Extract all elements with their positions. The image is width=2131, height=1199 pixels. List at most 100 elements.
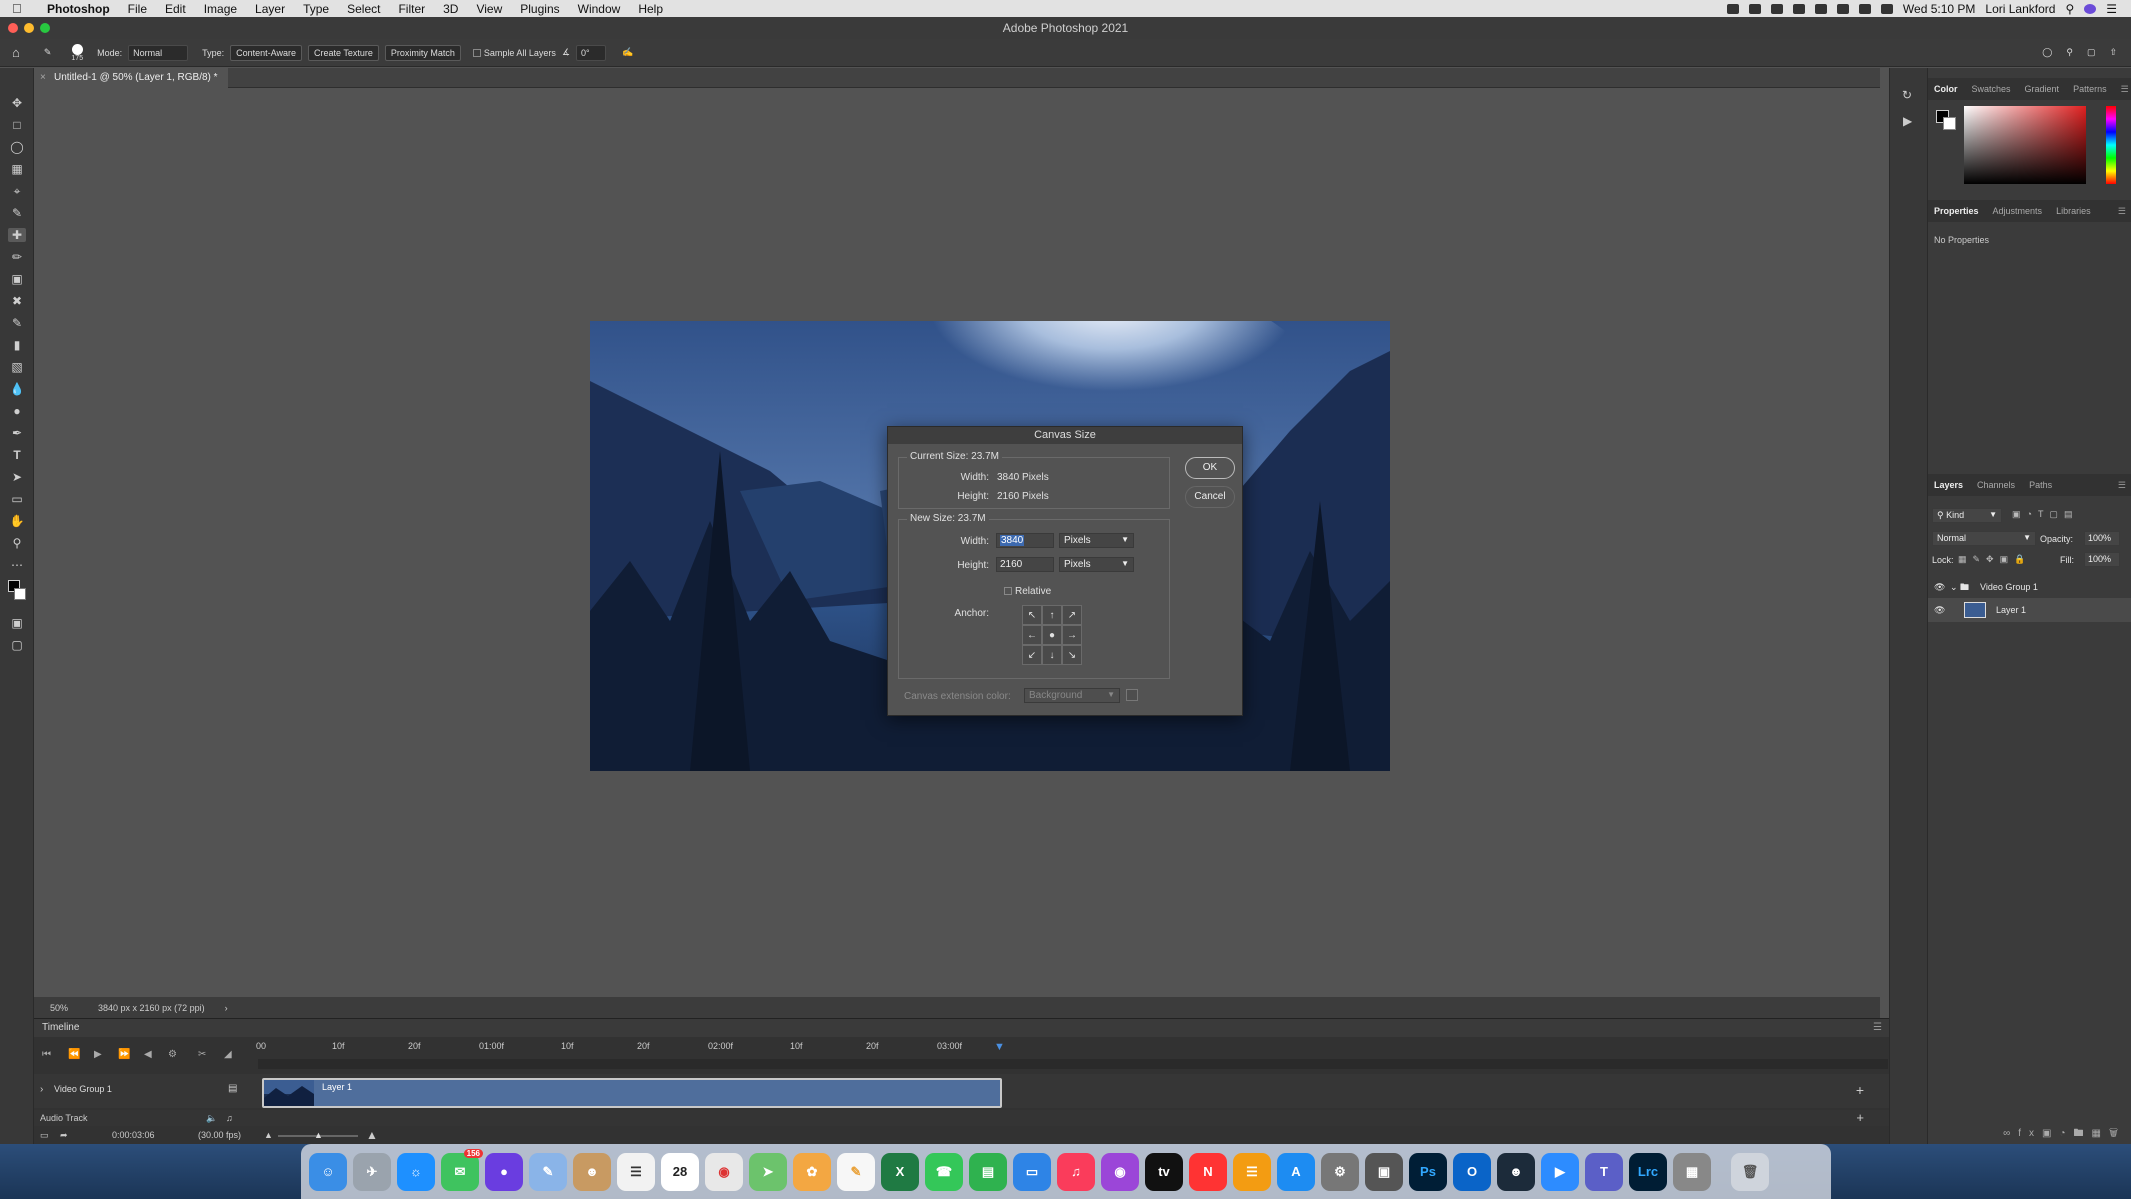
anchor-n-arrow-icon[interactable]: ↑	[1042, 605, 1062, 625]
shield-icon[interactable]	[1770, 3, 1783, 14]
eyedropper-tool-icon[interactable]: ✎	[8, 206, 26, 220]
learn-icon[interactable]: ◯	[2042, 47, 2052, 58]
search-icon[interactable]: ⚲	[2066, 47, 2073, 58]
next-frame-icon[interactable]: ⏩	[118, 1049, 130, 1060]
dodge-tool-icon[interactable]: ●	[8, 404, 26, 418]
new-width-input[interactable]: 3840	[996, 533, 1054, 548]
zoom-slider-handle[interactable]: ▲	[314, 1130, 323, 1140]
tab-swatches[interactable]: Swatches	[1972, 78, 2011, 100]
books-icon[interactable]: ☰	[1233, 1152, 1271, 1191]
battery-icon[interactable]	[1880, 3, 1893, 14]
tab-properties[interactable]: Properties	[1934, 200, 1979, 222]
expand-group-icon[interactable]: ›	[40, 1084, 43, 1095]
layer-clip[interactable]: Layer 1	[262, 1078, 1002, 1108]
share-icon[interactable]: ⇧	[2109, 47, 2117, 58]
photos-icon[interactable]: ✿	[793, 1152, 831, 1191]
layer-filter-select[interactable]: ⚲ Kind ▼	[1932, 508, 2002, 523]
screen-record-icon[interactable]	[1726, 3, 1739, 14]
spot-healing-tool-icon[interactable]: ✚	[8, 228, 26, 242]
mute-icon[interactable]: 🔈	[206, 1110, 217, 1126]
color-swatches-icon[interactable]	[8, 580, 26, 608]
safari-icon[interactable]: ☼	[397, 1152, 435, 1191]
type-tool-icon[interactable]: T	[8, 448, 26, 462]
spot-healing-brush-icon[interactable]: ✎	[44, 47, 52, 58]
width-unit-select[interactable]: Pixels ▼	[1059, 533, 1134, 548]
panel-menu-icon[interactable]: ☰	[2118, 200, 2126, 222]
menu-3d[interactable]: 3D	[434, 2, 467, 16]
menu-view[interactable]: View	[467, 2, 511, 16]
expand-icon[interactable]: ⌄	[1950, 576, 1958, 598]
finder-icon[interactable]: ☺	[309, 1152, 347, 1191]
video-group-label[interactable]: Video Group 1	[54, 1084, 112, 1094]
fg-bg-swatch[interactable]	[1936, 110, 1956, 130]
document-tab[interactable]: × Untitled-1 @ 50% (Layer 1, RGB/8) *	[34, 68, 228, 88]
hue-slider[interactable]	[2106, 106, 2116, 184]
zoom-window-button[interactable]	[40, 23, 50, 33]
zoom-level[interactable]: 50%	[50, 1003, 68, 1013]
clock[interactable]: Wed 5:10 PM	[1903, 2, 1975, 16]
keynote-icon[interactable]: ▭	[1013, 1152, 1051, 1191]
gradient-tool-icon[interactable]: ▧	[8, 360, 26, 374]
chrome-icon[interactable]: ◉	[705, 1152, 743, 1191]
visibility-eye-icon[interactable]: 👁	[1934, 598, 1945, 622]
close-tab-icon[interactable]: ×	[40, 68, 46, 88]
split-scissors-icon[interactable]: ✂	[198, 1049, 206, 1060]
lock-icons[interactable]: ▦✎✥▣🔒	[1958, 554, 2031, 565]
workspace-icon[interactable]: ▢	[2087, 47, 2096, 58]
status-arrow-icon[interactable]: ›	[225, 1003, 228, 1013]
brush-preset-picker[interactable]: 175	[71, 43, 83, 62]
excel-icon[interactable]: X	[881, 1152, 919, 1191]
sample-all-layers-checkbox[interactable]: Sample All Layers	[472, 48, 556, 58]
photoshop-icon[interactable]: Ps	[1409, 1152, 1447, 1191]
preview-icon[interactable]: ✎	[529, 1152, 567, 1191]
anchor-se-arrow-icon[interactable]: ↘	[1062, 645, 1082, 665]
menu-plugins[interactable]: Plugins	[511, 2, 568, 16]
add-audio-icon[interactable]: +	[1856, 1110, 1864, 1126]
new-height-input[interactable]: 2160	[996, 557, 1054, 572]
panel-menu-icon[interactable]: ☰	[2121, 78, 2129, 100]
ok-button[interactable]: OK	[1185, 457, 1235, 479]
add-media-icon[interactable]: +	[1856, 1082, 1864, 1098]
tab-patterns[interactable]: Patterns	[2073, 78, 2107, 100]
quick-mask-icon[interactable]: ▣	[8, 616, 26, 630]
menu-file[interactable]: File	[119, 2, 156, 16]
menu-edit[interactable]: Edit	[156, 2, 195, 16]
system-preferences-icon[interactable]: ⚙	[1321, 1152, 1359, 1191]
eraser-tool-icon[interactable]: ▮	[8, 338, 26, 352]
app-store-icon[interactable]: A	[1277, 1152, 1315, 1191]
relative-checkbox[interactable]: Relative	[1004, 586, 1051, 597]
apple-icon[interactable]: 	[12, 1, 32, 16]
transition-icon[interactable]: ◢	[224, 1049, 232, 1060]
convert-icon[interactable]: ➦	[60, 1130, 68, 1141]
rectangle-tool-icon[interactable]: ▭	[8, 492, 26, 506]
minimize-window-button[interactable]	[24, 23, 34, 33]
music-icon[interactable]: ♫	[1057, 1152, 1095, 1191]
filter-icons[interactable]: ▣◔T▢▤	[2012, 509, 2078, 520]
tab-libraries[interactable]: Libraries	[2056, 200, 2091, 222]
creative-cloud-icon[interactable]	[1792, 3, 1805, 14]
first-frame-icon[interactable]: ⏮	[42, 1049, 51, 1060]
document-info[interactable]: 3840 px x 2160 px (72 ppi)	[98, 1003, 205, 1013]
background-color[interactable]	[14, 588, 26, 600]
content-aware-button[interactable]: Content-Aware	[230, 44, 302, 61]
object-select-tool-icon[interactable]: ▦	[8, 162, 26, 176]
extension-color-swatch[interactable]	[1126, 689, 1138, 701]
settings-gear-icon[interactable]: ⚙	[168, 1049, 177, 1060]
move-tool-icon[interactable]: ✥	[8, 96, 26, 110]
menu-help[interactable]: Help	[629, 2, 672, 16]
blend-mode-select[interactable]: Normal ▼	[1932, 531, 2036, 546]
menu-select[interactable]: Select	[338, 2, 389, 16]
menu-image[interactable]: Image	[195, 2, 246, 16]
volume-icon[interactable]	[1858, 3, 1871, 14]
timeline-menu-icon[interactable]: ☰	[1873, 1019, 1882, 1037]
work-area-bar[interactable]	[258, 1059, 1888, 1069]
audio-track-label[interactable]: Audio Track	[40, 1113, 88, 1123]
anchor-sw-arrow-icon[interactable]: ↙	[1022, 645, 1042, 665]
apple-tv-icon[interactable]: tv	[1145, 1152, 1183, 1191]
contacts-icon[interactable]: ☻	[573, 1152, 611, 1191]
calculator-icon[interactable]: ▦	[1673, 1152, 1711, 1191]
zoom-tool-icon[interactable]: ⚲	[8, 536, 26, 550]
tab-layers[interactable]: Layers	[1934, 474, 1963, 496]
lightroom-classic-icon[interactable]: Lrc	[1629, 1152, 1667, 1191]
mode-select[interactable]: Normal	[128, 44, 189, 61]
